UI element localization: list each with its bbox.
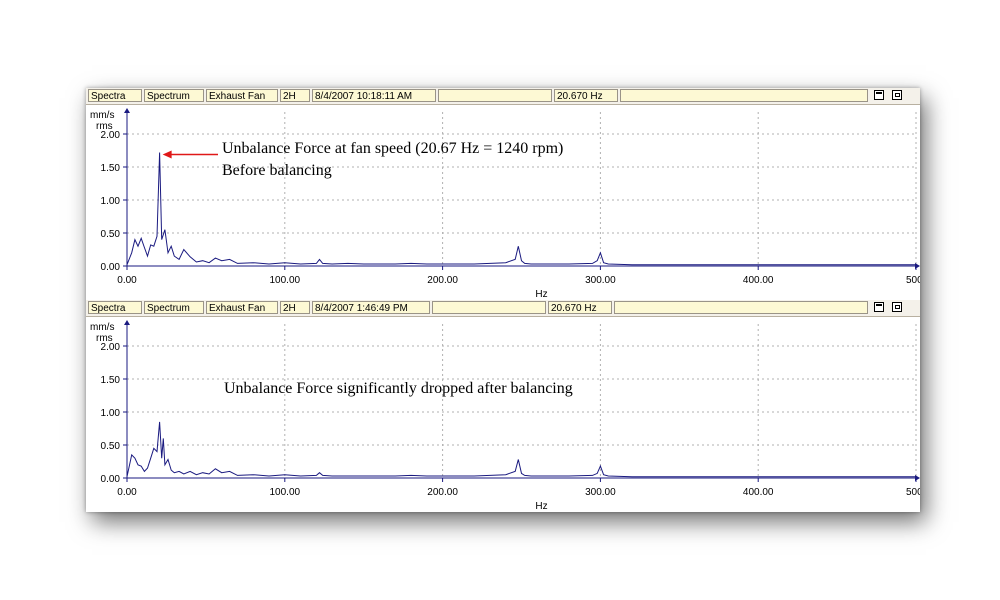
maximize-icon[interactable] [874, 302, 884, 312]
spectrum-panel-after: Spectra Spectrum Exhaust Fan 2H 8/4/2007… [86, 300, 920, 512]
y-tick-label: 0.00 [101, 262, 121, 273]
y-axis-arrow [124, 108, 130, 113]
maximize-icon[interactable] [874, 90, 884, 100]
y-axis-label-unit: rms [96, 121, 113, 132]
y-axis-arrow [124, 320, 130, 325]
y-tick-label: 0.00 [101, 474, 121, 485]
header-frequency-cell: 20.670 Hz [554, 89, 618, 102]
spectrum-line [126, 421, 916, 478]
x-tick-label: 0.00 [117, 487, 137, 498]
header-plot-cell: Spectrum [144, 301, 204, 314]
restore-icon[interactable] [892, 90, 902, 100]
header-machine-cell: Exhaust Fan [206, 301, 278, 314]
annotation-line1: Unbalance Force at fan speed (20.67 Hz =… [222, 140, 564, 157]
x-tick-label: 400.00 [743, 487, 774, 498]
y-axis-label: mm/s [90, 110, 114, 121]
header-type-cell: Spectra [88, 89, 142, 102]
header-date-cell: 8/4/2007 1:46:49 PM [312, 301, 430, 314]
restore-icon[interactable] [892, 302, 902, 312]
x-tick-label: 200.00 [427, 275, 458, 286]
header-empty-cell [614, 301, 868, 314]
y-tick-label: 1.00 [101, 196, 121, 207]
x-tick-label: 500 [906, 275, 920, 286]
spectrum-panel-before: Spectra Spectrum Exhaust Fan 2H 8/4/2007… [86, 88, 920, 300]
header-frequency-cell: 20.670 Hz [548, 301, 612, 314]
header-type-cell: Spectra [88, 301, 142, 314]
x-tick-label: 100.00 [270, 275, 301, 286]
x-tick-label: 100.00 [270, 487, 301, 498]
y-axis-label: mm/s [90, 322, 114, 333]
header-point-cell: 2H [280, 301, 310, 314]
header-point-cell: 2H [280, 89, 310, 102]
header-empty-cell [620, 89, 868, 102]
header-machine-cell: Exhaust Fan [206, 89, 278, 102]
x-axis-label: Hz [535, 501, 547, 512]
y-tick-label: 0.50 [101, 441, 121, 452]
y-tick-label: 0.50 [101, 229, 121, 240]
x-tick-label: 500 [906, 487, 920, 498]
annotation-line1: Unbalance Force significantly dropped af… [224, 380, 573, 397]
screenshot-frame: Spectra Spectrum Exhaust Fan 2H 8/4/2007… [86, 88, 920, 512]
annotation-arrow-head [162, 150, 172, 159]
y-axis-label-unit: rms [96, 333, 113, 344]
annotation-line2: Before balancing [222, 162, 332, 179]
x-tick-label: 200.00 [427, 487, 458, 498]
x-tick-label: 400.00 [743, 275, 774, 286]
panel-header: Spectra Spectrum Exhaust Fan 2H 8/4/2007… [86, 300, 920, 317]
y-tick-label: 1.50 [101, 375, 121, 386]
panel-header: Spectra Spectrum Exhaust Fan 2H 8/4/2007… [86, 88, 920, 105]
y-tick-label: 1.50 [101, 163, 121, 174]
header-plot-cell: Spectrum [144, 89, 204, 102]
spectrum-plot: 0.000.501.001.502.00mm/srms0.00 100.00 200… [90, 108, 920, 300]
x-tick-label: 300.00 [585, 275, 616, 286]
header-empty-cell [438, 89, 552, 102]
x-tick-label: 300.00 [585, 487, 616, 498]
header-date-cell: 8/4/2007 10:18:11 AM [312, 89, 436, 102]
header-empty-cell [432, 301, 546, 314]
y-tick-label: 1.00 [101, 408, 121, 419]
x-tick-label: 0.00 [117, 275, 137, 286]
x-axis-label: Hz [535, 289, 547, 300]
spectrum-plot: 0.000.501.001.502.00mm/srms0.00 100.00 200… [90, 320, 920, 512]
